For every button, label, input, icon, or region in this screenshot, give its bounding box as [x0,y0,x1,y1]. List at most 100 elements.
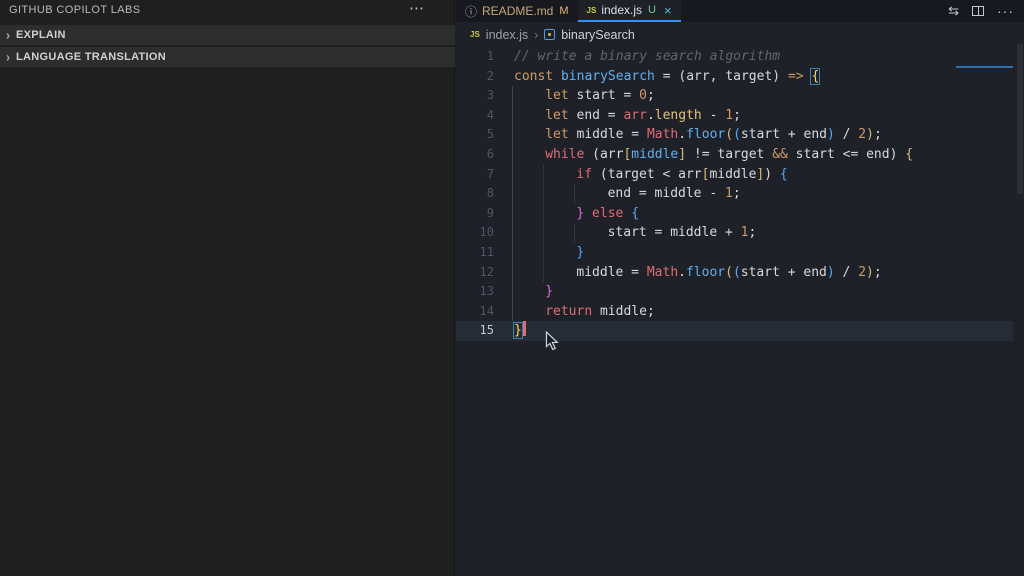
line-number: 9 [486,205,494,220]
line-number: 3 [486,88,494,103]
section-label: EXPLAIN [16,29,66,41]
indent-guide [543,184,545,204]
code-text: let start = 0; [545,88,655,104]
indent-guide [574,184,576,204]
code-text: const binarySearch = (arr, target) => { [514,67,821,85]
code-line[interactable]: 6 while (arr[middle] != target && start <… [456,144,1024,165]
breadcrumb: JS index.js › binarySearch [456,22,1024,47]
indent-guide [543,242,545,263]
split-editor-icon[interactable] [972,6,984,16]
sidebar-title: GITHUB COPILOT LABS [9,4,141,16]
indent-guide [512,125,513,145]
line-number: 4 [486,107,494,122]
code-text: } else { [576,205,640,221]
open-changes-icon[interactable]: ⇆ [948,3,959,19]
symbol-icon [544,29,556,40]
tab-label: README.md [482,4,554,18]
breadcrumb-file[interactable]: index.js [486,28,528,42]
line-number: 10 [479,225,494,240]
indent-guide [543,262,545,283]
indent-guide [512,262,513,283]
js-file-icon: JS [586,5,597,15]
code-text: start = middle + 1; [607,225,757,241]
minimap[interactable] [956,45,1013,68]
code-text: while (arr[middle] != target && start <=… [545,146,914,162]
indent-guide [512,301,513,322]
code-line[interactable]: 1 // write a binary search algorithm [456,47,1024,67]
indent-guide [512,223,513,243]
line-number: 5 [486,127,494,142]
line-number: 13 [479,284,494,299]
code-text: // write a binary search algorithm [514,49,781,64]
code-line[interactable]: 8 end = middle - 1; [456,184,1024,204]
line-number: 15 [479,323,494,338]
indent-guide [512,184,513,204]
code-text: } [576,244,585,260]
minimap-line [956,66,1013,68]
editor-group: ⓘ README.md M JS index.js U × ⇆ ··· JS index.j… [456,0,1024,576]
breadcrumb-separator-icon: › [534,27,539,42]
code-line[interactable]: 14 return middle; [456,301,1024,322]
code-line[interactable]: 2 const binarySearch = (arr, target) => { [456,67,1024,87]
line-number: 1 [486,49,494,63]
code-line[interactable]: 5 let middle = Math.floor((start + end) /… [456,125,1024,145]
line-number: 7 [486,166,494,181]
chevron-right-icon: › [6,27,10,43]
text-cursor [522,321,526,337]
code-line[interactable]: 3 let start = 0; [456,86,1024,106]
indent-guide [543,223,545,243]
line-number: 11 [479,244,494,259]
line-number: 2 [486,68,494,83]
indent-guide [543,203,545,224]
sidebar-more-actions-icon[interactable]: ⋯ [409,0,424,17]
code-line[interactable]: 11} [456,242,1024,263]
code-line[interactable]: 4 let end = arr.length - 1; [456,105,1024,126]
tab-index.js[interactable]: JS index.js U × [577,0,681,22]
sidebar-section-explain[interactable]: › EXPLAIN [0,25,455,45]
code-line[interactable]: 13} [456,282,1024,302]
editor-actions: ⇆ ··· [948,0,1014,22]
line-number: 8 [486,186,494,201]
minimap-current-line [956,66,1013,68]
scrollbar[interactable] [1017,44,1023,194]
indent-guide [543,164,545,185]
git-status-badge: M [559,5,569,17]
code-line[interactable]: 10 start = middle + 1; [456,223,1024,243]
line-number: 14 [479,303,494,318]
indent-guide [512,203,513,224]
indent-guide [512,105,513,126]
js-file-icon: JS [470,30,480,39]
code-editor[interactable]: 1 // write a binary search algorithm 2 cons… [456,47,1024,341]
current-line-highlight [456,321,1013,341]
code-text: return middle; [545,303,655,319]
breadcrumb-symbol[interactable]: binarySearch [561,28,635,42]
chevron-right-icon: › [6,49,10,65]
code-text: end = middle - 1; [607,186,741,202]
section-label: LANGUAGE TRANSLATION [16,51,167,63]
indent-guide [512,86,513,106]
line-number: 12 [479,264,494,279]
code-line[interactable]: 12 middle = Math.floor((start + end) / 2)… [456,262,1024,283]
code-text: } [545,284,554,300]
code-line[interactable]: 15} [456,321,1024,341]
tab-bar: ⓘ README.md M JS index.js U × ⇆ ··· [456,0,1024,22]
tab-label: index.js [601,3,643,17]
indent-guide [512,282,513,302]
git-status-badge: U [648,4,656,16]
code-text: if (target < arr[middle]) { [576,166,788,182]
mouse-cursor [545,331,559,351]
line-number: 6 [486,146,494,161]
code-line[interactable]: 7 if (target < arr[middle]) { [456,164,1024,185]
tab-README.md[interactable]: ⓘ README.md M [456,0,578,22]
sidebar-section-language-translation[interactable]: › LANGUAGE TRANSLATION [0,47,455,67]
more-actions-icon[interactable]: ··· [997,3,1014,19]
code-text: middle = Math.floor((start + end) / 2); [576,264,882,280]
indent-guide [512,242,513,263]
code-text: let end = arr.length - 1; [545,107,741,123]
indent-guide [512,144,513,165]
info-file-icon: ⓘ [465,4,478,19]
close-icon[interactable]: × [664,4,672,17]
indent-guide [512,164,513,185]
indent-guide [574,223,576,243]
code-line[interactable]: 9 } else { [456,203,1024,224]
